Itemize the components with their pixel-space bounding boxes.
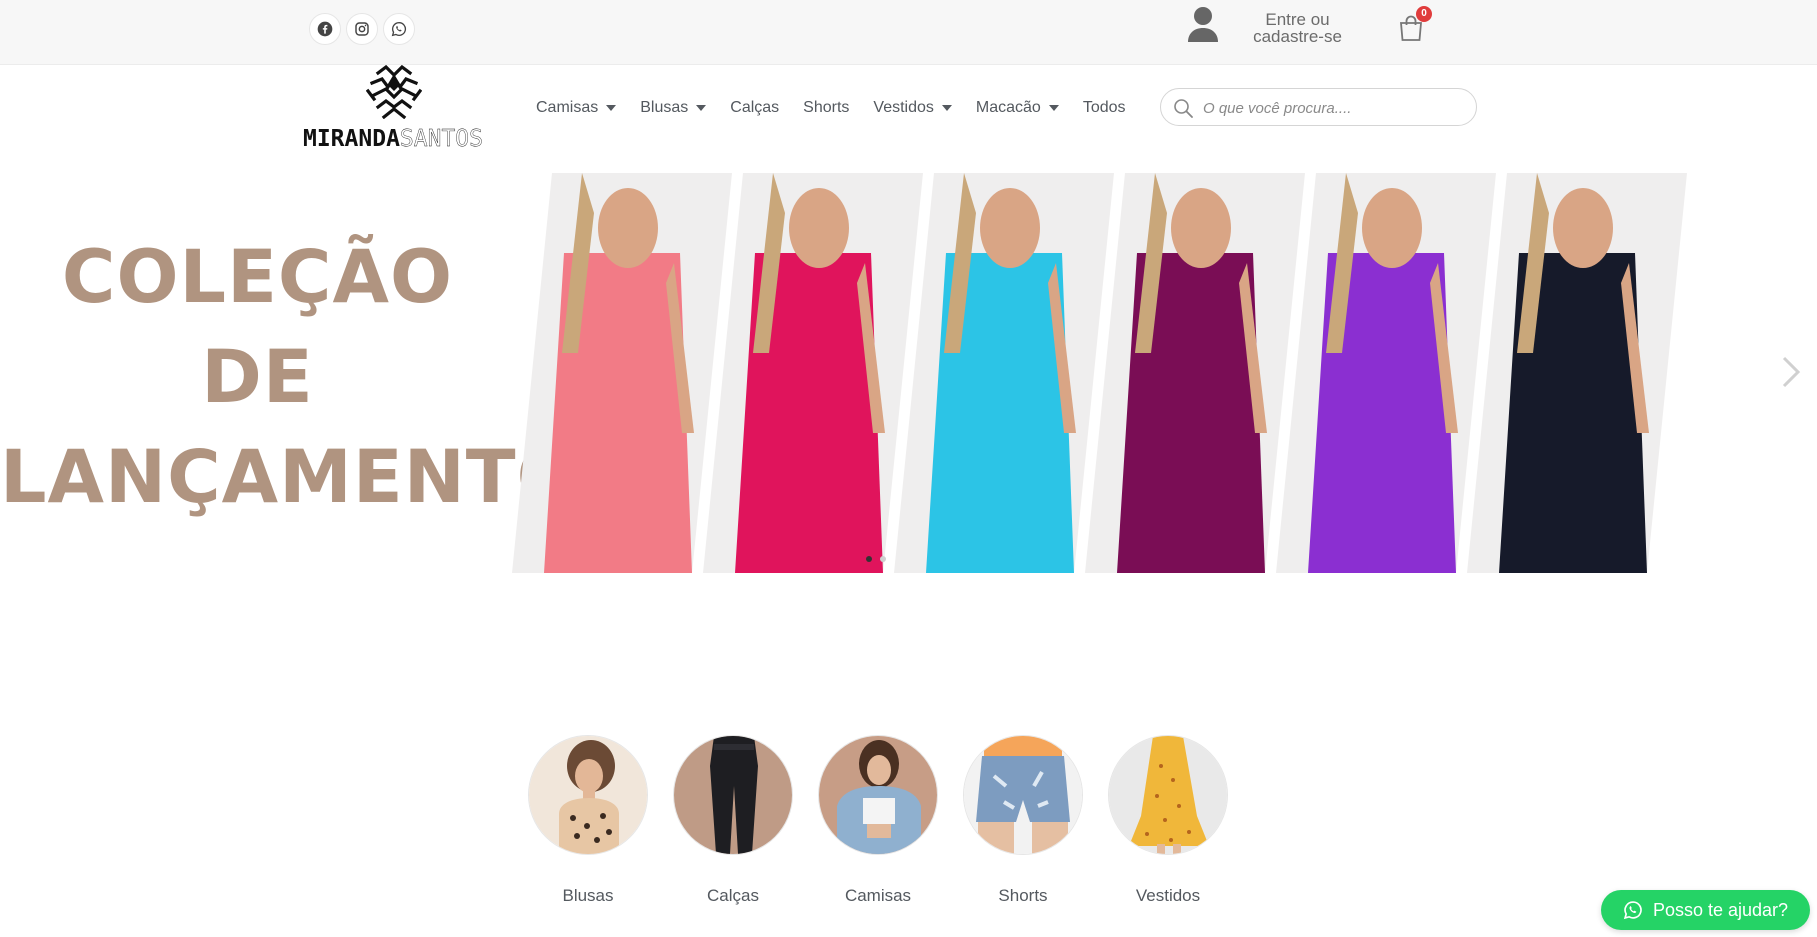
carousel-panel-magenta-shirt xyxy=(703,173,923,573)
carousel-panel-black-jumpsuit xyxy=(1467,173,1687,573)
caret-down-icon xyxy=(1048,105,1059,111)
category-vestidos[interactable]: Vestidos xyxy=(1108,735,1228,906)
whatsapp-icon xyxy=(1623,901,1642,920)
whatsapp-label: Posso te ajudar? xyxy=(1652,899,1789,920)
category-label[interactable]: Calças xyxy=(673,886,793,906)
top-bar: Entre ou cadastre-se 0 xyxy=(0,0,1817,65)
nav-item-blusas[interactable]: Blusas xyxy=(640,99,707,117)
carousel-dot-1[interactable] xyxy=(866,556,872,562)
whatsapp-help-button[interactable]: Posso te ajudar? xyxy=(1601,890,1810,930)
nav-label: Shorts xyxy=(803,99,850,116)
nav-label: Camisas xyxy=(536,99,599,116)
nav-label: Blusas xyxy=(640,99,689,116)
category-image-vestidos[interactable] xyxy=(1108,735,1228,855)
nav-label: Todos xyxy=(1082,99,1126,116)
nav-item-macacao[interactable]: Macacão xyxy=(976,99,1059,117)
logo-word-1: MIRANDA xyxy=(302,126,400,152)
category-shorts[interactable]: Shorts xyxy=(963,735,1083,906)
login-register-link[interactable]: Entre ou cadastre-se xyxy=(1240,11,1355,45)
category-calcas[interactable]: Calças xyxy=(673,735,793,906)
cart-count-badge: 0 xyxy=(1416,6,1432,22)
hero-title: COLEÇÃO DE LANÇAMENTO xyxy=(0,228,580,528)
whatsapp-icon xyxy=(391,21,407,37)
nav-item-vestidos[interactable]: Vestidos xyxy=(873,99,952,117)
nav-item-camisas[interactable]: Camisas xyxy=(536,99,617,117)
carousel-panel-pink-jumpsuit xyxy=(512,173,732,573)
instagram-icon xyxy=(355,22,369,36)
nav-label: Vestidos xyxy=(873,99,934,116)
category-blusas[interactable]: Blusas xyxy=(528,735,648,906)
category-camisas[interactable]: Camisas xyxy=(818,735,938,906)
carousel-panel-plum-pants xyxy=(1085,173,1305,573)
facebook-link[interactable] xyxy=(309,13,341,45)
category-label[interactable]: Blusas xyxy=(528,886,648,906)
category-image-camisas[interactable] xyxy=(818,735,938,855)
nav-label: Macacão xyxy=(975,99,1041,116)
search-icon[interactable] xyxy=(1173,98,1193,118)
search-input[interactable] xyxy=(1201,95,1465,121)
category-label[interactable]: Vestidos xyxy=(1108,886,1228,906)
nav-item-calcas[interactable]: Calças xyxy=(730,99,779,117)
main-navigation: Camisas Blusas Calças Shorts Vestidos Ma… xyxy=(536,94,1150,122)
carousel-dots xyxy=(866,556,886,562)
carousel-panel-purple-dress xyxy=(1276,173,1496,573)
whatsapp-link[interactable] xyxy=(383,13,415,45)
nav-label: Calças xyxy=(730,99,780,116)
category-image-shorts[interactable] xyxy=(963,735,1083,855)
category-image-blusas[interactable] xyxy=(528,735,648,855)
login-line-2: cadastre-se xyxy=(1253,27,1342,46)
user-icon[interactable] xyxy=(1186,6,1220,44)
logo-wordmark: MIRANDA SANTOS xyxy=(303,124,483,154)
site-logo[interactable]: MIRANDA SANTOS xyxy=(303,64,483,156)
hero-title-line-3: LANÇAMENTO xyxy=(0,435,580,520)
carousel-dot-2[interactable] xyxy=(880,556,886,562)
caret-down-icon xyxy=(606,105,617,111)
hero-title-line-1: COLEÇÃO xyxy=(61,235,454,320)
nav-item-shorts[interactable]: Shorts xyxy=(803,99,849,117)
logo-emblem-icon xyxy=(366,65,422,119)
category-image-calcas[interactable] xyxy=(673,735,793,855)
hero-carousel[interactable] xyxy=(512,173,1737,573)
hero-title-line-2: DE xyxy=(201,335,314,420)
login-line-1: Entre ou xyxy=(1265,10,1330,29)
logo-word-2: SANTOS xyxy=(399,126,484,152)
category-label[interactable]: Shorts xyxy=(963,886,1083,906)
instagram-link[interactable] xyxy=(346,13,378,45)
carousel-panel-cyan-shirt-dress xyxy=(894,173,1114,573)
nav-item-todos[interactable]: Todos xyxy=(1083,99,1126,117)
chevron-right-icon[interactable] xyxy=(1780,354,1802,390)
search-box xyxy=(1160,88,1477,126)
category-label[interactable]: Camisas xyxy=(818,886,938,906)
caret-down-icon xyxy=(696,105,707,111)
facebook-icon xyxy=(317,21,333,37)
carousel-image xyxy=(512,173,1687,573)
caret-down-icon xyxy=(941,105,952,111)
